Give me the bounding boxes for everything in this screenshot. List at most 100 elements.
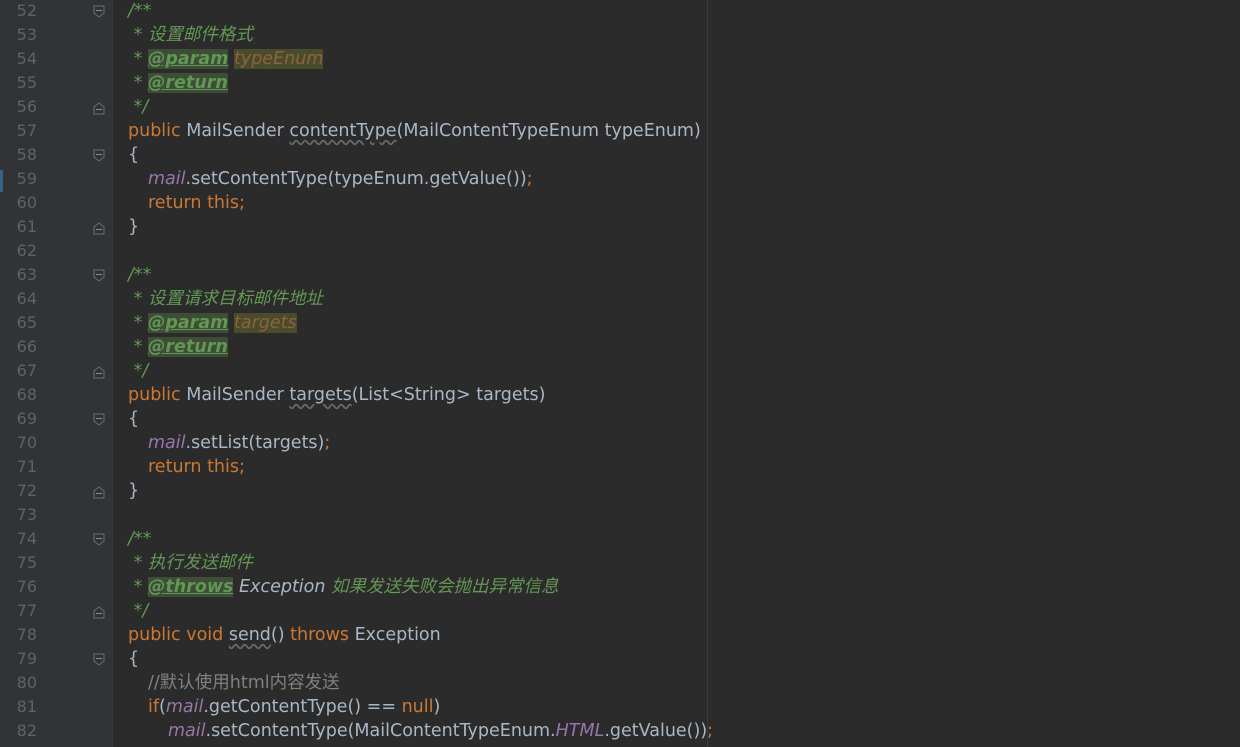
fold-collapse-icon[interactable] (92, 532, 106, 546)
code-text: */ (128, 95, 149, 119)
fold-end-icon[interactable] (92, 100, 106, 115)
line-number: 54 (16, 49, 37, 68)
code-line[interactable]: 69 { (0, 407, 1240, 431)
line-number: 65 (16, 313, 37, 332)
line-number: 78 (16, 625, 37, 644)
code-token: ; (707, 721, 714, 741)
code-text: * @return (128, 71, 228, 95)
line-number: 71 (16, 457, 37, 476)
line-number: 70 (16, 433, 37, 452)
code-line[interactable]: 74 /** (0, 527, 1240, 551)
code-line[interactable]: 63 /** (0, 263, 1240, 287)
code-token: typeEnum (233, 49, 324, 69)
fold-collapse-icon[interactable] (92, 412, 106, 426)
code-text: * @return (128, 335, 228, 359)
code-token: targets (233, 313, 297, 333)
code-line[interactable]: 65 * @param targets (0, 311, 1240, 335)
code-token: * (128, 577, 148, 597)
fold-end-icon[interactable] (92, 220, 106, 235)
code-line[interactable]: 78 public void send() throws Exception (0, 623, 1240, 647)
code-line[interactable]: 79 { (0, 647, 1240, 671)
code-line[interactable]: 60 return this; (0, 191, 1240, 215)
code-token: @param (147, 313, 229, 333)
code-token: * 设置邮件格式 (128, 25, 253, 45)
code-text: mail.setContentType(typeEnum.getValue())… (148, 167, 533, 191)
code-text: /** (128, 0, 151, 23)
code-line[interactable]: 53 * 设置邮件格式 (0, 23, 1240, 47)
code-line[interactable]: 73 (0, 503, 1240, 527)
code-text: { (128, 407, 139, 431)
code-token: { (128, 409, 140, 429)
line-number: 72 (16, 481, 37, 500)
code-line[interactable]: 58 { (0, 143, 1240, 167)
code-token: Exception (239, 577, 326, 597)
code-line[interactable]: 59 mail.setContentType(typeEnum.getValue(… (0, 167, 1240, 191)
code-token: */ (128, 97, 149, 117)
line-number: 66 (16, 337, 37, 356)
code-token: mail (148, 169, 186, 189)
fold-collapse-icon[interactable] (92, 148, 106, 162)
code-line[interactable]: 81 if(mail.getContentType() == null) (0, 695, 1240, 719)
code-token: contentType (289, 121, 397, 141)
code-token: * (128, 73, 148, 93)
line-number: 67 (16, 361, 37, 380)
code-token: @return (147, 73, 228, 93)
fold-end-icon[interactable] (92, 364, 106, 379)
code-line[interactable]: 77 */ (0, 599, 1240, 623)
code-token: * 设置请求目标邮件地址 (128, 289, 323, 309)
code-line[interactable]: 72} (0, 479, 1240, 503)
code-token: * 执行发送邮件 (128, 553, 253, 573)
code-line[interactable]: 54 * @param typeEnum (0, 47, 1240, 71)
code-token: @return (147, 337, 228, 357)
line-number: 63 (16, 265, 37, 284)
code-text: */ (128, 599, 149, 623)
fold-collapse-icon[interactable] (92, 4, 106, 18)
code-line[interactable]: 57 public MailSender contentType(MailCont… (0, 119, 1240, 143)
code-line[interactable]: 71 return this; (0, 455, 1240, 479)
code-token: */ (128, 361, 149, 381)
code-line[interactable]: 82 mail.setContentType(MailContentTypeEnu… (0, 719, 1240, 743)
code-line[interactable]: 62 (0, 239, 1240, 263)
code-text: } (128, 215, 139, 239)
line-number: 75 (16, 553, 37, 572)
code-line[interactable]: 61} (0, 215, 1240, 239)
code-token: { (128, 649, 140, 669)
line-number: 56 (16, 97, 37, 116)
line-number: 79 (16, 649, 37, 668)
fold-collapse-icon[interactable] (92, 268, 106, 282)
line-number: 81 (16, 697, 37, 716)
code-token: /** (128, 1, 152, 21)
code-text: * 执行发送邮件 (128, 551, 253, 575)
fold-end-icon[interactable] (92, 604, 106, 619)
code-line[interactable]: 52 /** (0, 0, 1240, 23)
code-line[interactable]: 67 */ (0, 359, 1240, 383)
code-line[interactable]: 55 * @return (0, 71, 1240, 95)
fold-collapse-icon[interactable] (92, 652, 106, 666)
code-line[interactable]: 70 mail.setList(targets); (0, 431, 1240, 455)
line-number: 57 (16, 121, 37, 140)
code-text: return this; (148, 191, 245, 215)
code-token: ) (433, 697, 441, 717)
code-token: targets (289, 385, 352, 405)
code-line[interactable]: 68 public MailSender targets(List<String>… (0, 383, 1240, 407)
code-line[interactable]: 66 * @return (0, 335, 1240, 359)
line-number: 77 (16, 601, 37, 620)
code-token: HTML (555, 721, 605, 741)
code-line[interactable]: 64 * 设置请求目标邮件地址 (0, 287, 1240, 311)
code-line[interactable]: 76 * @throws Exception 如果发送失败会抛出异常信息 (0, 575, 1240, 599)
code-token: () (270, 625, 291, 645)
code-line[interactable]: 75 * 执行发送邮件 (0, 551, 1240, 575)
code-line[interactable]: 56 */ (0, 95, 1240, 119)
line-number: 60 (16, 193, 37, 212)
code-text: { (128, 143, 139, 167)
line-number: 82 (16, 721, 37, 740)
line-number: 61 (16, 217, 37, 236)
line-number: 53 (16, 25, 37, 44)
fold-end-icon[interactable] (92, 484, 106, 499)
code-text: mail.setContentType(MailContentTypeEnum.… (168, 719, 713, 743)
code-token: send (228, 625, 271, 645)
code-text: * 设置邮件格式 (128, 23, 253, 47)
code-line[interactable]: 80 //默认使用html内容发送 (0, 671, 1240, 695)
code-token: public (128, 121, 187, 141)
code-text: public MailSender contentType(MailConten… (128, 119, 701, 143)
